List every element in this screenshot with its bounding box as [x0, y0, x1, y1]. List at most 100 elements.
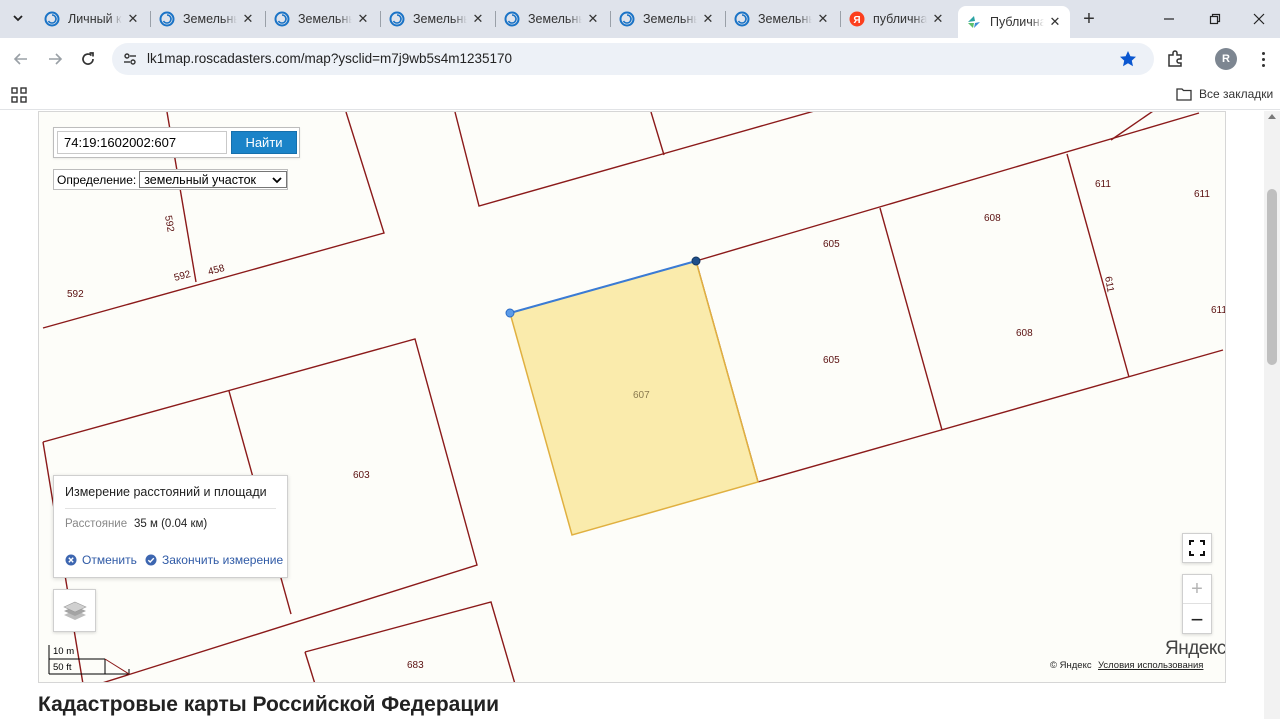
close-icon[interactable]: ✕	[356, 11, 370, 26]
page-scrollbar[interactable]	[1264, 111, 1280, 719]
yandex-icon: Я	[849, 11, 865, 27]
back-button[interactable]	[9, 47, 33, 71]
profile-avatar[interactable]: R	[1215, 48, 1237, 70]
scroll-up-arrow[interactable]	[1268, 114, 1276, 119]
browser-menu-button[interactable]	[1253, 48, 1273, 70]
close-icon[interactable]: ✕	[1048, 14, 1062, 29]
terms-link[interactable]: Условия использования	[1098, 660, 1203, 671]
close-icon[interactable]: ✕	[126, 11, 140, 26]
tab-2[interactable]: Земельный участок ✕	[151, 6, 263, 32]
parcel-label-607: 607	[633, 390, 650, 401]
parcel-label-592: 592	[67, 289, 84, 300]
tab-title: Публичная кадастровая карта	[990, 15, 1044, 29]
tab-strip: Личный кабинет ✕ Земельный участок ✕ Зем…	[0, 0, 1280, 38]
address-bar[interactable]: lk1map.roscadasters.com/map?ysclid=m7j9w…	[112, 43, 1154, 75]
zoom-in-button[interactable]: +	[1183, 575, 1211, 604]
tab-title: Земельный участок	[298, 12, 352, 26]
definition-select[interactable]: земельный участок	[139, 171, 288, 188]
folder-icon	[1176, 88, 1192, 101]
close-icon[interactable]: ✕	[586, 11, 600, 26]
roscadaster-icon	[274, 11, 290, 27]
roscadaster-icon	[389, 11, 405, 27]
url-text[interactable]: lk1map.roscadasters.com/map?ysclid=m7j9w…	[147, 51, 512, 66]
apps-grid-icon[interactable]	[11, 87, 27, 103]
tab-4[interactable]: Земельный участок ✕	[381, 6, 493, 32]
zoom-out-button[interactable]: −	[1183, 605, 1211, 634]
close-window-button[interactable]	[1248, 8, 1270, 30]
parcel-label-592: 592	[162, 215, 176, 234]
cadastral-map[interactable]: 592 592 458 592 605 605 608 608 611 611 611 611 607 6…	[38, 111, 1226, 683]
yandex-logo-text: Яндекс	[1165, 638, 1226, 659]
measure-point-start	[505, 308, 515, 318]
finish-measure-button[interactable]: Закончить измерение	[145, 553, 283, 567]
parcel-label-608: 608	[984, 213, 1001, 224]
forward-button[interactable]	[43, 47, 67, 71]
finish-label: Закончить измерение	[162, 553, 284, 567]
distance-label: Расстояние	[65, 518, 128, 530]
distance-value: 35 м (0.04 км)	[134, 518, 208, 530]
bookmark-star-icon[interactable]	[1118, 49, 1138, 69]
restore-icon	[1209, 13, 1221, 25]
parcel-label-611: 611	[1102, 276, 1116, 294]
parcel-boundary	[757, 349, 1224, 483]
roscadaster-icon	[734, 11, 750, 27]
svg-text:Я: Я	[853, 15, 860, 26]
reload-button[interactable]	[76, 47, 100, 71]
close-icon[interactable]: ✕	[931, 11, 945, 26]
rosreestr-icon	[44, 11, 60, 27]
tab-title: Земельный участок	[183, 12, 237, 26]
cancel-measure-button[interactable]: Отменить	[65, 553, 137, 567]
parcel-boundary	[1110, 112, 1153, 141]
reload-icon	[82, 52, 94, 65]
parcel-boundary	[879, 207, 943, 431]
chevron-down-icon	[13, 15, 23, 22]
parcel-label-605: 605	[823, 355, 840, 366]
restore-button[interactable]	[1204, 8, 1226, 30]
tab-search-button[interactable]	[8, 8, 28, 28]
layers-button[interactable]	[53, 589, 96, 632]
roscadaster-icon	[619, 11, 635, 27]
roscadaster-icon	[159, 11, 175, 27]
scale-feet: 50 ft	[53, 662, 72, 673]
extensions-icon[interactable]	[1165, 48, 1185, 68]
zoom-control: + −	[1182, 574, 1212, 634]
cadastral-search-box: 74:19:1602002:607 Найти	[53, 127, 300, 158]
tab-title: Земельный участок	[528, 12, 582, 26]
roscadaster-icon	[504, 11, 520, 27]
cadastral-number-input[interactable]: 74:19:1602002:607	[57, 131, 227, 154]
tab-9-active[interactable]: Публичная кадастровая карта ✕	[958, 6, 1070, 38]
tab-title: Земельный участок	[758, 12, 812, 26]
tab-6[interactable]: Земельный участок ✕	[611, 6, 723, 32]
parcel-label-611: 611	[1211, 305, 1226, 316]
all-bookmarks-button[interactable]: Все закладки	[1176, 87, 1273, 101]
fullscreen-button[interactable]	[1182, 533, 1212, 563]
scale-meters: 10 m	[53, 646, 75, 657]
yandex-logo[interactable]: Яндекс	[1165, 638, 1226, 660]
measurement-title: Измерение расстояний и площади	[65, 485, 267, 499]
parcel-boundary	[695, 112, 1200, 262]
scroll-thumb[interactable]	[1267, 189, 1277, 365]
tab-8[interactable]: Я публичная кадастровая карта ✕	[841, 6, 953, 32]
new-tab-button[interactable]: +	[1078, 8, 1100, 30]
minimize-button[interactable]	[1158, 8, 1180, 30]
site-settings-icon[interactable]	[122, 51, 138, 67]
close-icon[interactable]: ✕	[701, 11, 715, 26]
fullscreen-icon	[1189, 540, 1205, 556]
close-icon	[1253, 13, 1265, 25]
close-icon[interactable]: ✕	[471, 11, 485, 26]
parcel-boundary	[650, 112, 665, 156]
parcel-label-608: 608	[1016, 328, 1033, 339]
definition-label: Определение:	[57, 172, 137, 187]
tab-1[interactable]: Личный кабинет ✕	[36, 6, 148, 32]
tab-5[interactable]: Земельный участок ✕	[496, 6, 608, 32]
parcel-label-605: 605	[823, 239, 840, 250]
close-icon[interactable]: ✕	[816, 11, 830, 26]
divider	[65, 508, 276, 509]
parcel-label-683: 683	[407, 660, 424, 671]
browser-toolbar: lk1map.roscadasters.com/map?ysclid=m7j9w…	[0, 38, 1280, 80]
map-scale: 10 m 50 ft	[47, 644, 131, 676]
close-icon[interactable]: ✕	[241, 11, 255, 26]
search-button[interactable]: Найти	[231, 131, 297, 154]
tab-7[interactable]: Земельный участок ✕	[726, 6, 838, 32]
tab-3[interactable]: Земельный участок ✕	[266, 6, 378, 32]
